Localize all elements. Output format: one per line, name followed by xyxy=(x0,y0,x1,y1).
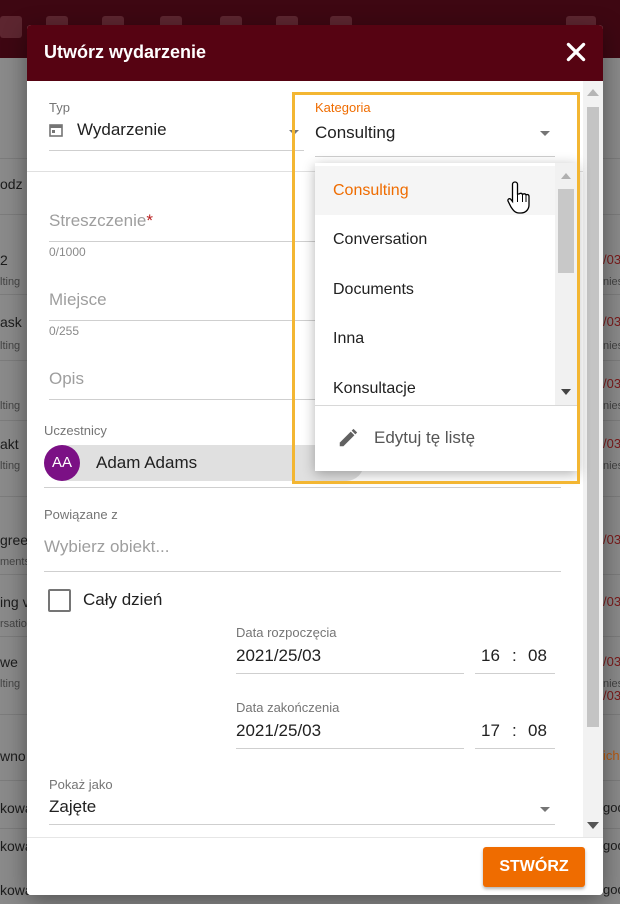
bg-row-sub: lting xyxy=(0,400,21,412)
start-time-underline xyxy=(475,673,555,674)
summary-placeholder: Streszczenie xyxy=(49,211,147,230)
end-time-underline xyxy=(475,748,555,749)
type-label: Typ xyxy=(49,100,70,115)
bg-row-text: akt xyxy=(0,436,19,452)
scroll-thumb[interactable] xyxy=(587,107,599,727)
bg-row-text: odz xyxy=(0,176,23,192)
description-input[interactable]: Opis xyxy=(49,369,84,389)
end-date-label: Data zakończenia xyxy=(236,700,340,715)
start-minute-input[interactable]: 08 xyxy=(528,646,547,666)
required-mark: * xyxy=(146,211,153,230)
scroll-down-icon[interactable] xyxy=(561,389,571,395)
scroll-thumb[interactable] xyxy=(558,189,574,273)
time-separator: : xyxy=(512,721,517,740)
dropdown-scrollbar[interactable] xyxy=(555,163,578,405)
end-hour-input[interactable]: 17 xyxy=(481,721,500,741)
participants-underline xyxy=(44,487,561,488)
close-icon[interactable] xyxy=(563,39,589,65)
related-underline xyxy=(44,571,561,572)
bg-right-text: /03 xyxy=(603,252,620,267)
bg-row-sub: lting xyxy=(0,340,21,352)
dropdown-option[interactable]: Inna xyxy=(315,314,555,363)
dropdown-option[interactable]: Conversation xyxy=(315,215,555,264)
bg-right-text: /03 xyxy=(603,532,620,547)
category-label: Kategoria xyxy=(315,100,371,115)
start-hour-input[interactable]: 16 xyxy=(481,646,500,666)
scroll-up-icon[interactable] xyxy=(587,89,599,96)
dialog-header: Utwórz wydarzenie xyxy=(27,25,603,81)
bg-row-text: we xyxy=(0,654,18,670)
bg-right-text: /03 xyxy=(603,436,620,451)
place-counter: 0/255 xyxy=(49,324,80,338)
bg-row-sub: lting xyxy=(0,678,21,690)
bg-row-text: ing v xyxy=(0,594,30,610)
dialog-scrollbar[interactable] xyxy=(583,81,603,837)
scroll-down-icon[interactable] xyxy=(587,822,599,829)
bg-right-text: /03 xyxy=(603,314,620,329)
all-day-checkbox[interactable] xyxy=(48,589,71,612)
bg-row-sub: lting xyxy=(0,460,21,472)
end-date-underline xyxy=(236,748,464,749)
bg-row-text: ask xyxy=(0,314,22,330)
summary-underline xyxy=(49,241,319,242)
bg-right-text: god xyxy=(603,838,620,853)
end-date-input[interactable]: 2021/25/03 xyxy=(236,721,321,741)
description-underline xyxy=(49,399,319,400)
related-input[interactable]: Wybierz obiekt... xyxy=(44,537,170,557)
start-date-input[interactable]: 2021/25/03 xyxy=(236,646,321,666)
calendar-icon xyxy=(49,123,63,137)
all-day-label: Cały dzień xyxy=(83,590,163,609)
bg-right-text: god xyxy=(603,882,620,897)
place-underline xyxy=(49,320,319,321)
bg-right-text: god xyxy=(603,800,620,815)
home-icon xyxy=(0,16,22,38)
show-as-underline xyxy=(49,824,555,825)
pencil-icon xyxy=(337,427,359,449)
bg-right-text: /03 xyxy=(603,688,620,703)
type-select[interactable]: Wydarzenie xyxy=(77,120,167,140)
category-select[interactable]: Consulting xyxy=(315,123,395,143)
category-dropdown: Consulting Conversation Documents Inna K… xyxy=(315,163,578,471)
show-as-select[interactable]: Zajęte xyxy=(49,797,96,817)
type-underline xyxy=(49,150,304,151)
show-as-label: Pokaż jako xyxy=(49,777,113,792)
scroll-up-icon[interactable] xyxy=(561,173,571,179)
edit-list-button[interactable]: Edytuj tę listę xyxy=(315,406,578,471)
start-date-underline xyxy=(236,673,464,674)
bg-right-sub: nies xyxy=(603,678,620,690)
start-date-label: Data rozpoczęcia xyxy=(236,625,337,640)
bg-right-sub: nies xyxy=(603,400,620,412)
bg-right-sub: nies xyxy=(603,460,620,472)
bg-row-sub: ments xyxy=(0,556,30,568)
dialog-title: Utwórz wydarzenie xyxy=(44,42,207,62)
summary-input[interactable]: Streszczenie* xyxy=(49,211,153,231)
bg-row-sub: rsatio xyxy=(0,618,27,630)
place-input[interactable]: Miejsce xyxy=(49,290,107,310)
edit-list-label: Edytuj tę listę xyxy=(374,428,476,447)
chevron-down-icon xyxy=(540,807,550,812)
chevron-down-icon xyxy=(540,131,550,136)
chevron-down-icon xyxy=(289,130,299,135)
category-underline xyxy=(315,156,555,157)
time-separator: : xyxy=(512,646,517,665)
dialog-footer: STWÓRZ xyxy=(27,837,603,895)
bg-right-text: ich xyxy=(603,748,620,763)
bg-row-sub: lting xyxy=(0,276,21,288)
bg-row-text: wno xyxy=(0,748,26,764)
bg-right-sub: nies xyxy=(603,340,620,352)
dropdown-option[interactable]: Documents xyxy=(315,265,555,314)
bg-right-text: /03 xyxy=(603,594,620,609)
bg-right-text: /03 xyxy=(603,376,620,391)
participant-name: Adam Adams xyxy=(96,453,198,472)
hand-cursor-icon xyxy=(506,180,534,216)
related-label: Powiązane z xyxy=(44,507,118,522)
bg-right-sub: nies xyxy=(603,276,620,288)
bg-right-text: /03 xyxy=(603,654,620,669)
summary-counter: 0/1000 xyxy=(49,245,86,259)
participants-label: Uczestnicy xyxy=(44,423,107,438)
end-minute-input[interactable]: 08 xyxy=(528,721,547,741)
create-button[interactable]: STWÓRZ xyxy=(483,847,585,887)
avatar: AA xyxy=(44,445,80,481)
bg-row-text: 2 xyxy=(0,252,8,268)
